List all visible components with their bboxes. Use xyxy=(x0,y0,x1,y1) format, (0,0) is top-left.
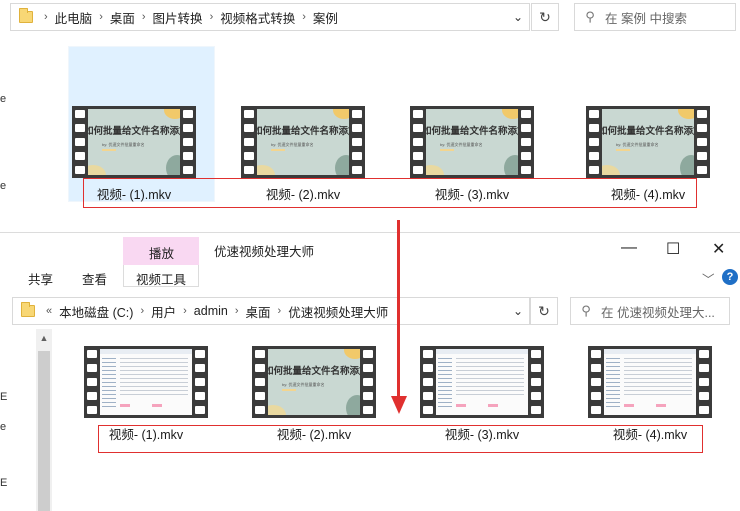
breadcrumb-admin[interactable]: admin xyxy=(190,304,232,318)
refresh-button[interactable]: ↻ xyxy=(530,297,558,325)
breadcrumb-separator: › xyxy=(277,305,282,317)
scroll-thumb[interactable] xyxy=(38,351,50,511)
tab-view[interactable]: 查看 xyxy=(82,269,107,288)
search-icon: ⚲ xyxy=(581,303,591,318)
annotation-box-top xyxy=(83,178,697,208)
breadcrumb-separator: › xyxy=(234,305,239,317)
edge-letter: E xyxy=(0,477,8,489)
breadcrumb-app-folder[interactable]: 优速视频处理大师 xyxy=(284,302,392,321)
breadcrumb-desktop[interactable]: 桌面 xyxy=(242,302,275,321)
thumb-title: 如何批量给文件名称添加序号 xyxy=(257,126,349,137)
annotation-arrow-head xyxy=(391,396,407,414)
video-thumbnail xyxy=(420,346,544,418)
vertical-scrollbar[interactable]: ▲ xyxy=(36,329,52,511)
thumb-subtitle: by: 优速文件批量重命名 xyxy=(271,142,314,147)
breadcrumb-separator: › xyxy=(44,11,48,23)
search-icon: ⚲ xyxy=(585,9,595,24)
folder-icon xyxy=(19,8,33,23)
chevron-down-icon[interactable]: ⌄ xyxy=(507,10,529,24)
tab-video-tools[interactable]: 视频工具 xyxy=(136,269,186,288)
breadcrumb-cases[interactable]: 案例 xyxy=(309,8,342,27)
edge-letter: E xyxy=(0,391,8,403)
ribbon-expand-icon[interactable]: ﹀ xyxy=(702,269,715,288)
scroll-up-icon[interactable]: ▲ xyxy=(36,333,52,343)
overflow-chevron-icon[interactable]: « xyxy=(43,305,55,317)
breadcrumb-local-disk[interactable]: 本地磁盘 (C:) xyxy=(55,302,137,321)
refresh-icon: ↻ xyxy=(538,303,550,319)
video-thumbnail: 如何批量给文件名称添加序号 by: 优速文件批量重命名 xyxy=(72,106,196,178)
close-button[interactable]: ✕ xyxy=(712,239,725,259)
thumb-title: 如何批量给文件名称添加序号 xyxy=(88,126,180,137)
thumb-subtitle: by: 优速文件批量重命名 xyxy=(102,142,145,147)
minimize-button[interactable]: — xyxy=(621,239,637,257)
thumb-title: 如何批量给文件名称添加序号 xyxy=(426,126,518,137)
breadcrumb-users[interactable]: 用户 xyxy=(147,302,180,321)
refresh-button[interactable]: ↻ xyxy=(531,3,559,31)
tab-share[interactable]: 共享 xyxy=(28,269,53,288)
thumb-subtitle: by: 优速文件批量重命名 xyxy=(282,382,325,387)
top-search-input[interactable]: ⚲ 在 案例 中搜索 xyxy=(574,3,736,31)
edge-letter: e xyxy=(0,93,7,105)
breadcrumb-image-convert[interactable]: 图片转换 xyxy=(149,8,207,27)
breadcrumb-separator: › xyxy=(140,305,145,317)
help-icon[interactable]: ? xyxy=(722,269,738,285)
annotation-box-bottom xyxy=(98,425,703,453)
breadcrumb-this-pc[interactable]: 此电脑 xyxy=(51,8,97,27)
video-thumbnail: 如何批量给文件名称添加序号 by: 优速文件批量重命名 xyxy=(252,346,376,418)
edge-letter: e xyxy=(0,180,7,192)
breadcrumb-separator: › xyxy=(209,11,214,23)
breadcrumb-separator: › xyxy=(141,11,146,23)
breadcrumb-desktop[interactable]: 桌面 xyxy=(106,8,139,27)
annotation-arrow-line xyxy=(397,220,400,400)
thumb-title: 如何批量给文件名称添加序号 xyxy=(602,126,694,137)
thumb-subtitle: by: 优速文件批量重命名 xyxy=(616,142,659,147)
video-thumbnail xyxy=(84,346,208,418)
folder-icon xyxy=(21,302,35,317)
breadcrumb-separator: › xyxy=(183,305,187,317)
search-placeholder: 在 案例 中搜索 xyxy=(605,11,687,26)
video-thumbnail: 如何批量给文件名称添加序号 by: 优速文件批量重命名 xyxy=(410,106,534,178)
top-address-bar[interactable]: › 此电脑 › 桌面 › 图片转换 › 视频格式转换 › 案例 ⌄ xyxy=(10,3,530,31)
maximize-button[interactable]: ☐ xyxy=(666,239,680,259)
chevron-down-icon[interactable]: ⌄ xyxy=(507,304,529,318)
breadcrumb-separator: › xyxy=(99,11,103,23)
video-thumbnail: 如何批量给文件名称添加序号 by: 优速文件批量重命名 xyxy=(586,106,710,178)
window-title: 优速视频处理大师 xyxy=(214,245,315,259)
refresh-icon: ↻ xyxy=(539,9,551,25)
breadcrumb-separator: › xyxy=(302,11,306,23)
thumb-subtitle: by: 优速文件批量重命名 xyxy=(440,142,483,147)
help-glyph: ? xyxy=(726,271,734,283)
thumb-title: 如何批量给文件名称添加序号 xyxy=(268,366,360,377)
bottom-search-input[interactable]: ⚲ 在 优速视频处理大... xyxy=(570,297,730,325)
video-thumbnail xyxy=(588,346,712,418)
search-placeholder: 在 优速视频处理大... xyxy=(601,305,715,320)
edge-letter: e xyxy=(0,421,7,433)
explorer-window: 播放 优速视频处理大师 — ☐ ✕ 共享 查看 视频工具 ﹀ ? « 本地磁盘 … xyxy=(0,232,740,511)
video-thumbnail: 如何批量给文件名称添加序号 by: 优速文件批量重命名 xyxy=(241,106,365,178)
breadcrumb-video-format[interactable]: 视频格式转换 xyxy=(216,8,299,27)
context-group-label: 播放 xyxy=(149,247,175,261)
bottom-address-bar[interactable]: « 本地磁盘 (C:) › 用户 › admin › 桌面 › 优速视频处理大师… xyxy=(12,297,530,325)
